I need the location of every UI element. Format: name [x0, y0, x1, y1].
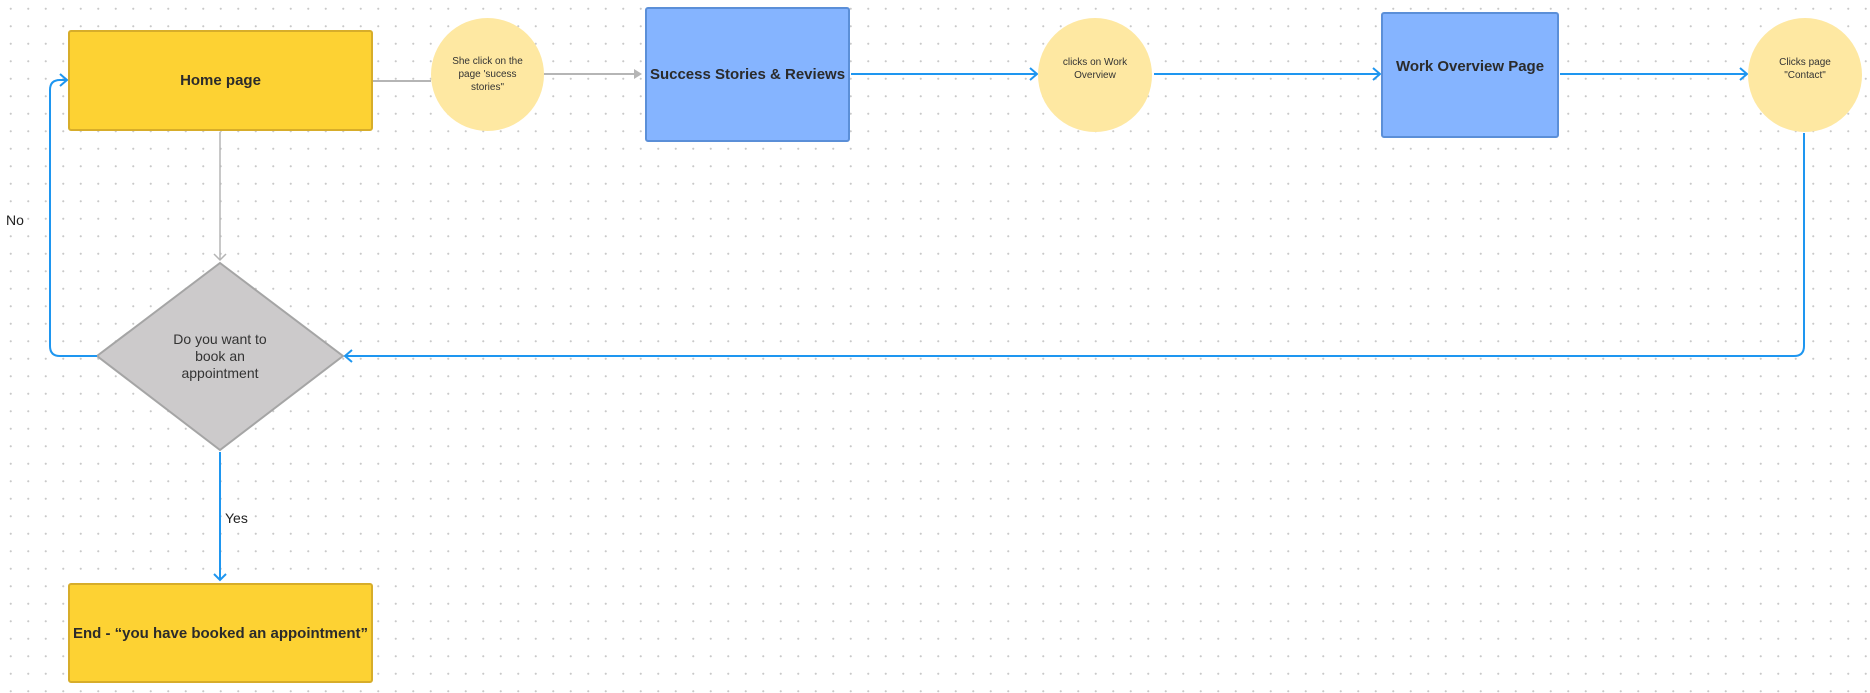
- edge-label-yes: Yes: [225, 510, 248, 526]
- end-node[interactable]: End - “you have booked an appointment”: [68, 583, 373, 683]
- home-page-node[interactable]: Home page: [68, 30, 373, 131]
- step-work-overview-circle[interactable]: clicks on Work Overview: [1038, 18, 1152, 132]
- step-success-stories-circle[interactable]: She click on the page 'sucess stories": [431, 18, 544, 131]
- work-overview-node[interactable]: Work Overview Page: [1381, 12, 1559, 138]
- edge-step3-to-decision: [346, 133, 1805, 357]
- text-line: She click on the: [452, 56, 523, 67]
- work-overview-label: Work Overview Page: [1395, 58, 1545, 75]
- text-line: appointment: [181, 365, 259, 381]
- step-work-overview-text: clicks on Work Overview: [1063, 56, 1127, 82]
- text-line: page 'sucess: [458, 69, 517, 80]
- text-line: Overview: [1074, 70, 1116, 81]
- end-label: End - “you have booked an appointment”: [72, 624, 369, 642]
- success-stories-node[interactable]: Success Stories & Reviews: [645, 7, 850, 142]
- text-line: Clicks page: [1779, 57, 1831, 68]
- text-line: stories": [470, 82, 504, 93]
- step-contact-circle[interactable]: Clicks page "Contact": [1748, 18, 1862, 132]
- step-success-stories-text: She click on the page 'sucess stories": [452, 55, 523, 94]
- arrowhead-icon: [634, 69, 642, 79]
- text-line: book an: [195, 348, 245, 364]
- decision-label: Do you want to book an appointment: [160, 331, 280, 382]
- text-line: Do you want to: [173, 331, 267, 347]
- edge-label-no: No: [6, 212, 24, 228]
- success-stories-label: Success Stories & Reviews: [649, 66, 846, 83]
- step-contact-text: Clicks page "Contact": [1779, 56, 1831, 82]
- home-page-label: Home page: [180, 72, 261, 89]
- text-line: "Contact": [1784, 70, 1826, 81]
- text-line: clicks on Work: [1062, 57, 1128, 68]
